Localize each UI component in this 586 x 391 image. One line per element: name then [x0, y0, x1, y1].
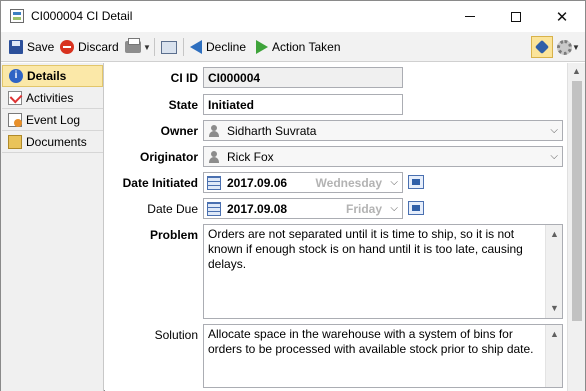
save-button[interactable]: Save — [9, 37, 54, 57]
scroll-down-icon[interactable]: ▼ — [550, 301, 559, 316]
solution-textarea[interactable]: Allocate space in the warehouse with a s… — [203, 324, 563, 388]
owner-value: Sidharth Suvrata — [227, 123, 317, 138]
problem-text: Orders are not separated until it is tim… — [208, 227, 523, 271]
owner-label: Owner — [160, 124, 198, 138]
pin-button[interactable] — [531, 36, 553, 58]
action-taken-button[interactable]: Action Taken — [256, 37, 341, 57]
arrow-left-icon — [190, 40, 202, 54]
ci-id-field: CI000004 — [203, 67, 403, 88]
date-initiated-value: 2017.09.06 — [227, 175, 288, 190]
documents-icon — [8, 134, 22, 149]
toolbar: Save Discard ▼ Decline Action Taken ▼ — [1, 32, 585, 62]
date-due-value: 2017.09.08 — [227, 201, 288, 216]
owner-select[interactable]: Sidharth Suvrata ⌵ — [203, 120, 563, 141]
close-icon: ✕ — [555, 8, 569, 26]
solution-scrollbar[interactable]: ▲ — [545, 325, 562, 387]
ci-detail-window: CI000004 CI Detail ✕ Save Discard ▼ Decl… — [0, 0, 586, 391]
calendar-icon — [207, 175, 221, 190]
originator-select[interactable]: Rick Fox ⌵ — [203, 146, 563, 167]
chevron-down-icon[interactable]: ⌵ — [550, 151, 558, 162]
decline-button[interactable]: Decline — [190, 37, 246, 57]
scroll-up-icon[interactable]: ▲ — [550, 327, 559, 342]
date-initiated-weekday: Wednesday — [315, 176, 382, 190]
discard-label: Discard — [78, 40, 119, 54]
problem-label: Problem — [149, 228, 198, 242]
chevron-down-icon[interactable]: ⌵ — [390, 203, 398, 214]
scroll-up-icon[interactable]: ▲ — [550, 227, 559, 242]
ci-id-value: CI000004 — [208, 70, 261, 85]
activities-icon — [8, 90, 22, 105]
state-field[interactable]: Initiated — [203, 94, 403, 115]
scroll-up-icon[interactable]: ▲ — [572, 66, 581, 76]
solution-label: Solution — [154, 328, 198, 342]
problem-scrollbar[interactable]: ▲ ▼ — [545, 225, 562, 318]
event-log-icon — [8, 112, 22, 127]
sidebar-item-activities[interactable]: Activities — [2, 87, 103, 109]
sidebar-nav: i Details Activities Event Log Documents — [1, 63, 104, 391]
ci-id-label: CI ID — [170, 71, 198, 85]
discard-icon — [60, 40, 74, 54]
pin-icon — [534, 39, 550, 55]
state-label: State — [168, 98, 198, 112]
title-bar: CI000004 CI Detail ✕ — [1, 1, 585, 32]
chevron-down-icon[interactable]: ⌵ — [390, 177, 398, 188]
date-due-lookup-button[interactable] — [408, 201, 424, 215]
date-due-picker[interactable]: 2017.09.08 Friday ⌵ — [203, 198, 403, 219]
solution-text: Allocate space in the warehouse with a s… — [208, 327, 534, 356]
settings-button[interactable]: ▼ — [557, 37, 580, 57]
decline-label: Decline — [206, 40, 247, 54]
date-initiated-label: Date Initiated — [122, 176, 198, 190]
originator-label: Originator — [139, 150, 198, 164]
sidebar-item-label: Details — [27, 69, 67, 83]
sidebar-item-label: Event Log — [26, 112, 81, 127]
date-initiated-lookup-button[interactable] — [408, 175, 424, 189]
app-icon — [10, 9, 24, 23]
maximize-button[interactable] — [493, 1, 539, 32]
form-scrollbar[interactable]: ▲ — [567, 63, 585, 391]
close-button[interactable]: ✕ — [539, 1, 585, 32]
window-title: CI000004 CI Detail — [31, 9, 133, 23]
date-due-weekday: Friday — [345, 202, 382, 216]
date-initiated-picker[interactable]: 2017.09.06 Wednesday ⌵ — [203, 172, 403, 193]
sidebar-item-label: Activities — [26, 90, 74, 105]
chevron-down-icon[interactable]: ⌵ — [550, 125, 558, 136]
minimize-button[interactable] — [447, 1, 493, 32]
person-icon — [208, 150, 220, 163]
problem-textarea[interactable]: Orders are not separated until it is tim… — [203, 224, 563, 319]
toolbar-divider — [154, 38, 155, 56]
email-button[interactable] — [161, 37, 181, 57]
action-taken-label: Action Taken — [272, 40, 341, 54]
calendar-icon — [207, 201, 221, 216]
save-label: Save — [27, 40, 55, 54]
originator-value: Rick Fox — [227, 149, 274, 164]
details-form: CI ID CI000004 State Initiated Owner Sid… — [105, 63, 567, 391]
print-button[interactable]: ▼ — [125, 37, 151, 57]
sidebar-item-event-log[interactable]: Event Log — [2, 109, 103, 131]
printer-icon — [125, 38, 141, 53]
discard-button[interactable]: Discard — [60, 37, 119, 57]
gear-icon — [557, 39, 572, 55]
maximize-icon — [511, 11, 521, 22]
chevron-down-icon: ▼ — [572, 42, 580, 52]
date-due-label: Date Due — [147, 202, 198, 216]
sidebar-item-label: Documents — [26, 134, 87, 149]
chevron-down-icon: ▼ — [143, 42, 151, 52]
save-icon — [9, 40, 23, 54]
mail-icon — [161, 40, 177, 54]
toolbar-divider — [183, 38, 184, 56]
sidebar-item-details[interactable]: i Details — [2, 65, 103, 87]
info-icon: i — [9, 69, 23, 83]
arrow-right-icon — [256, 40, 268, 54]
sidebar-item-documents[interactable]: Documents — [2, 131, 103, 153]
scrollbar-thumb[interactable] — [572, 81, 582, 321]
person-icon — [208, 124, 220, 137]
minimize-icon — [465, 16, 475, 17]
state-value: Initiated — [208, 97, 255, 112]
